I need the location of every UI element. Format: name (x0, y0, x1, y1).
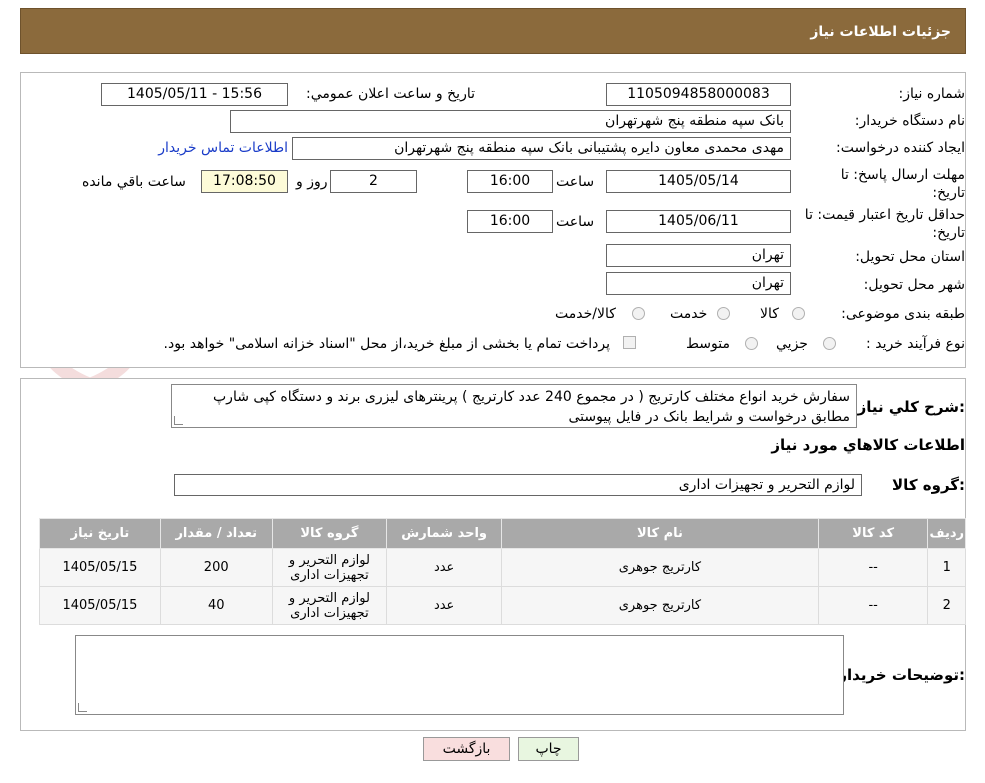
buyer-notes-label: توضیحات خریدار: (838, 666, 965, 684)
cell-date: 1405/05/15 (39, 586, 161, 625)
treasury-payment-note: پرداخت تمام یا بخشی از مبلغ خرید،از محل … (163, 336, 610, 352)
category-goods-service-radio[interactable] (632, 307, 645, 320)
city-label: شهر محل تحویل: (863, 277, 965, 293)
need-number-label: شماره نیاز: (898, 86, 966, 102)
remaining-label: ساعت باقي مانده (82, 174, 186, 190)
resize-handle-icon[interactable] (174, 416, 183, 425)
announce-label: تاریخ و ساعت اعلان عمومي: (306, 86, 475, 102)
need-number-field: 1105094858000083 (606, 83, 791, 106)
process-minor-label: جزیي (776, 336, 808, 352)
treasury-payment-checkbox[interactable] (623, 336, 636, 349)
col-qty: تعداد / مقدار (159, 518, 273, 549)
process-label: نوع فرآیند خرید : (866, 336, 965, 352)
price-validity-time-field: 16:00 (467, 210, 553, 233)
buyer-contact-link[interactable]: اطلاعات تماس خریدار (155, 140, 288, 156)
goods-section-title: اطلاعات کالاهاي مورد نیاز (771, 436, 965, 454)
cell-row: 1 (927, 548, 966, 587)
page-header: جزئیات اطلاعات نیاز (20, 8, 966, 54)
table-row: 2 -- کارتریج جوهری عدد لوازم التحریر و ت… (39, 586, 966, 625)
days-label: روز و (296, 174, 328, 190)
col-row: ردیف (927, 518, 966, 549)
price-validity-date-field: 1405/06/11 (606, 210, 791, 233)
cell-name: کارتریج جوهری (501, 548, 819, 587)
category-goods-radio[interactable] (792, 307, 805, 320)
cell-code: -- (817, 586, 929, 625)
category-service-radio[interactable] (717, 307, 730, 320)
category-goods-label: کالا (760, 306, 779, 322)
cell-date: 1405/05/15 (39, 548, 161, 587)
province-label: استان محل تحویل: (855, 249, 965, 265)
process-medium-radio[interactable] (745, 337, 758, 350)
back-button[interactable]: بازگشت (423, 737, 510, 761)
process-minor-radio[interactable] (823, 337, 836, 350)
col-name: نام کالا (501, 518, 819, 549)
goods-group-label: گروه کالا: (892, 476, 965, 494)
city-field: تهران (606, 272, 791, 295)
cell-group: لوازم التحریر و تجهیزات اداری (271, 586, 388, 625)
price-validity-label: حداقل تاریخ اعتبار قیمت: تا تاریخ: (804, 207, 965, 241)
col-unit: واحد شمارش (386, 518, 502, 549)
province-field: تهران (606, 244, 791, 267)
cell-name: کارتریج جوهری (501, 586, 819, 625)
buyer-org-label: نام دستگاه خریدار: (854, 113, 965, 129)
deadline-label: مهلت ارسال پاسخ: تا تاریخ: (840, 167, 965, 201)
page-title: جزئیات اطلاعات نیاز (810, 24, 951, 40)
deadline-date-field: 1405/05/14 (606, 170, 791, 193)
category-label: طبقه بندی موضوعی: (841, 306, 965, 322)
cell-unit: عدد (386, 586, 502, 625)
requester-field: مهدی محمدی معاون دایره پشتیبانی بانک سپه… (292, 137, 791, 160)
col-code: کد کالا (817, 518, 929, 549)
category-service-label: خدمت (670, 306, 708, 322)
cell-qty: 40 (159, 586, 273, 625)
print-button[interactable]: چاپ (518, 737, 579, 761)
cell-group: لوازم التحریر و تجهیزات اداری (271, 548, 388, 587)
deadline-time-label: ساعت (556, 174, 595, 190)
table-header-row: ردیف کد کالا نام کالا واحد شمارش گروه کا… (39, 518, 966, 549)
category-goods-service-label: کالا/خدمت (555, 306, 616, 322)
summary-textarea: سفارش خرید انواع مختلف کارتریج ( در مجمو… (171, 384, 857, 428)
days-field: 2 (330, 170, 417, 193)
buyer-org-field: بانک سپه منطقه پنج شهرتهران (230, 110, 791, 133)
summary-text: سفارش خرید انواع مختلف کارتریج ( در مجمو… (213, 389, 850, 425)
goods-table: ردیف کد کالا نام کالا واحد شمارش گروه کا… (39, 518, 966, 625)
col-date: تاریخ نیاز (39, 518, 161, 549)
cell-qty: 200 (159, 548, 273, 587)
col-group: گروه کالا (271, 518, 388, 549)
goods-group-field: لوازم التحریر و تجهیزات اداری (174, 474, 862, 496)
summary-label: شرح کلي نیاز: (857, 398, 965, 416)
table-row: 1 -- کارتریج جوهری عدد لوازم التحریر و ت… (39, 548, 966, 587)
remaining-time-field: 17:08:50 (201, 170, 288, 193)
resize-handle-icon[interactable] (78, 703, 87, 712)
cell-row: 2 (927, 586, 966, 625)
price-validity-time-label: ساعت (556, 214, 595, 230)
process-medium-label: متوسط (686, 336, 730, 352)
announce-field: 1405/05/11 - 15:56 (101, 83, 288, 106)
cell-unit: عدد (386, 548, 502, 587)
requester-label: ایجاد کننده درخواست: (836, 140, 965, 156)
buyer-notes-textarea[interactable] (75, 635, 844, 715)
cell-code: -- (817, 548, 929, 587)
deadline-time-field: 16:00 (467, 170, 553, 193)
